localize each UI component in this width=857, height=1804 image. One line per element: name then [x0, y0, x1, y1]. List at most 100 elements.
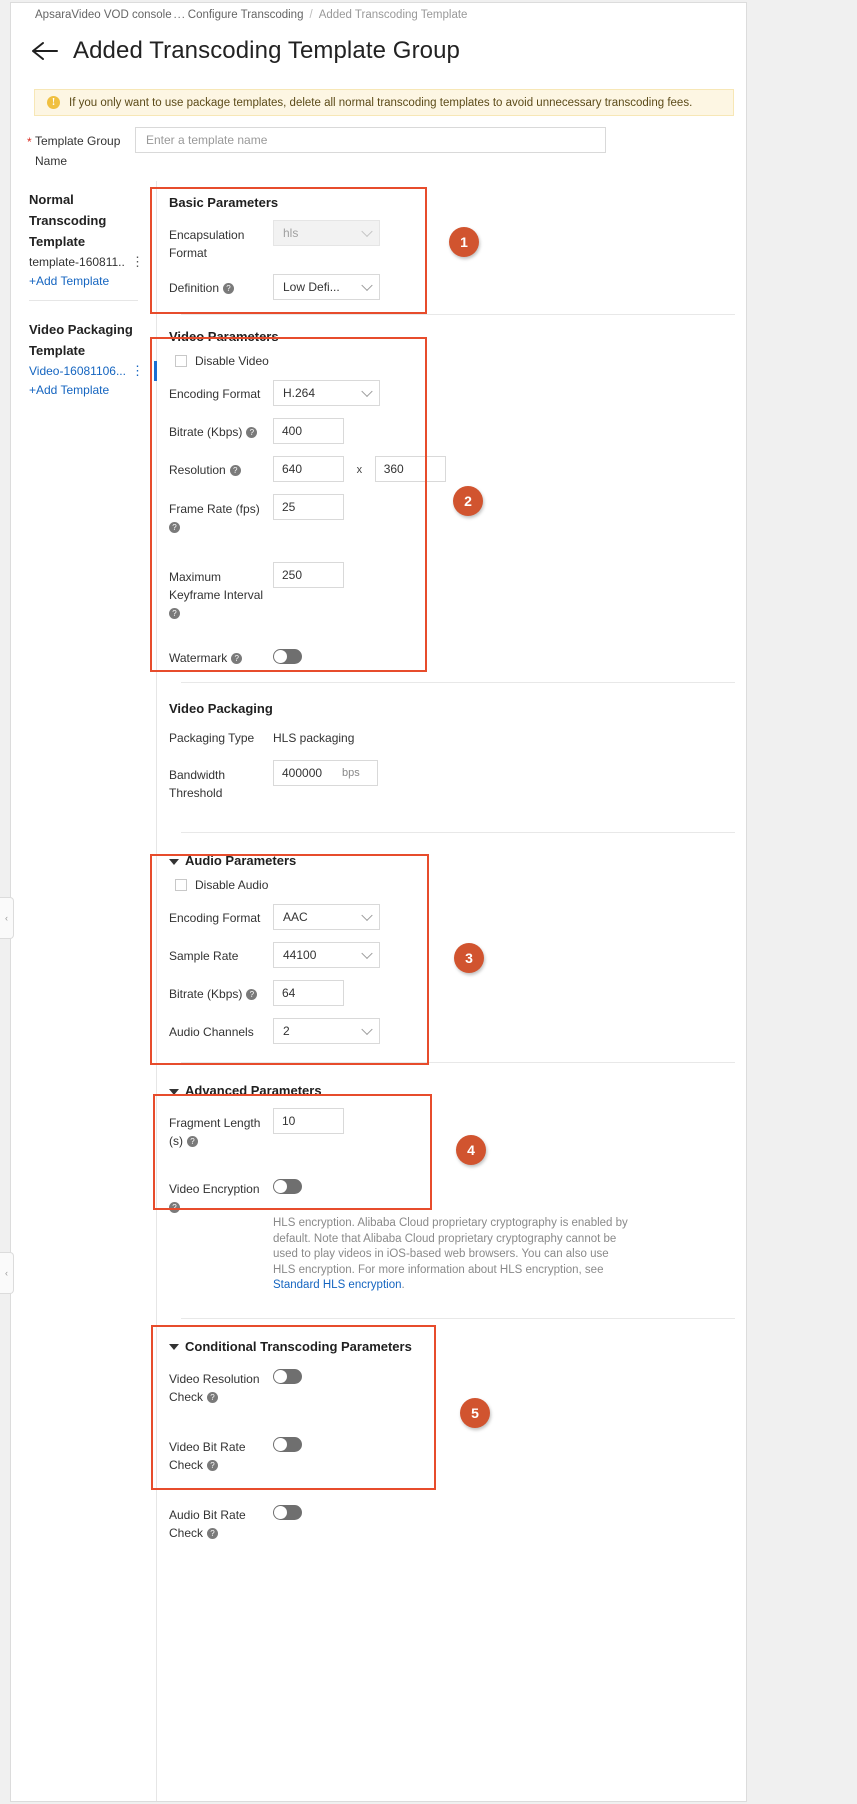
hls-encryption-note-end: .: [401, 1279, 405, 1291]
watermark-label: Watermark?: [169, 644, 273, 666]
video-bit-rate-check-label: Video Bit Rate Check?: [169, 1432, 273, 1474]
toggle-knob: [274, 650, 287, 664]
sidebar-group-title-packaging: Video Packaging Template: [29, 322, 133, 358]
video-encoding-format-select[interactable]: H.264: [273, 380, 380, 406]
template-group-name-label: * Template Group Name: [27, 131, 145, 171]
help-icon[interactable]: ?: [169, 608, 180, 619]
video-bitrate-field: Bitrate (Kbps)?: [169, 418, 746, 444]
audio-channels-select[interactable]: 2: [273, 1018, 380, 1044]
kebab-menu-icon[interactable]: ⋮: [125, 255, 144, 268]
help-icon[interactable]: ?: [223, 283, 235, 294]
frame-rate-input[interactable]: [273, 494, 344, 520]
packaging-type-label: Packaging Type: [169, 731, 255, 745]
video-encryption-label: Video Encryption?: [169, 1174, 273, 1216]
packaging-type-field: Packaging Type HLS packaging: [169, 726, 746, 750]
help-icon[interactable]: ?: [169, 522, 180, 533]
sidebar-item-normal-template[interactable]: template-160811... ⋮: [11, 252, 156, 272]
kebab-menu-icon[interactable]: ⋮: [125, 364, 144, 377]
disable-audio-checkbox[interactable]: [175, 879, 187, 891]
help-icon[interactable]: ?: [229, 465, 241, 476]
template-group-name-input[interactable]: [135, 127, 606, 153]
fragment-length-input[interactable]: [273, 1108, 344, 1134]
help-icon[interactable]: ?: [207, 1391, 219, 1403]
audio-bitrate-input[interactable]: [273, 980, 344, 1006]
video-resolution-check-label: Video Resolution Check?: [169, 1364, 273, 1406]
template-group-name-label-text: Template Group Name: [35, 134, 121, 168]
left-panel-toggle-upper[interactable]: ‹: [0, 897, 14, 939]
caret-down-icon[interactable]: [169, 858, 179, 865]
video-encoding-format-value: H.264: [283, 386, 316, 400]
audio-encoding-format-value: AAC: [283, 910, 308, 924]
definition-select[interactable]: Low Defi...: [273, 274, 380, 300]
video-parameters-section: Video Parameters Disable Video Encoding …: [157, 315, 746, 683]
help-icon[interactable]: ?: [207, 1459, 219, 1471]
video-encryption-label-text: Video Encryption: [169, 1182, 260, 1196]
video-resolution-check-toggle[interactable]: [273, 1368, 302, 1384]
page-title: Added Transcoding Template Group: [73, 37, 461, 64]
disable-video-row[interactable]: Disable Video: [175, 354, 746, 368]
video-bitrate-input[interactable]: [273, 418, 344, 444]
audio-bitrate-field: Bitrate (Kbps)?: [169, 980, 746, 1006]
disable-video-checkbox[interactable]: [175, 355, 187, 367]
watermark-toggle[interactable]: [273, 649, 302, 665]
help-icon[interactable]: ?: [246, 427, 258, 438]
caret-down-icon[interactable]: [169, 1088, 179, 1095]
breadcrumb-item-configure-transcoding[interactable]: Configure Transcoding: [188, 9, 304, 21]
packaging-type-value: HLS packaging: [273, 731, 355, 745]
definition-value: Low Defi...: [283, 280, 340, 294]
help-icon[interactable]: ?: [231, 653, 243, 664]
bandwidth-threshold-control[interactable]: bps: [273, 760, 378, 786]
resolution-width-input[interactable]: [273, 456, 344, 482]
callout-badge-5: 5: [460, 1398, 490, 1428]
add-packaging-template-button[interactable]: +Add Template: [11, 381, 156, 397]
bandwidth-threshold-field: Bandwidth Threshold bps: [169, 760, 746, 802]
resolution-field: Resolution? x: [169, 456, 746, 482]
toggle-knob: [274, 1505, 287, 1519]
left-panel-toggle-lower[interactable]: ‹: [0, 1252, 14, 1294]
help-icon[interactable]: ?: [187, 1136, 198, 1147]
chevron-down-icon: [361, 947, 373, 960]
add-normal-template-button[interactable]: +Add Template: [11, 272, 156, 288]
help-icon[interactable]: ?: [169, 1202, 180, 1213]
frame-rate-label-text: Frame Rate (fps): [169, 502, 260, 516]
definition-label: Definition?: [169, 274, 273, 296]
keyframe-interval-field: Maximum Keyframe Interval?: [169, 562, 746, 622]
audio-bit-rate-check-toggle[interactable]: [273, 1504, 302, 1520]
disable-audio-row[interactable]: Disable Audio: [175, 878, 746, 892]
bandwidth-threshold-unit: bps: [342, 767, 360, 779]
keyframe-interval-input[interactable]: [273, 562, 344, 588]
conditional-parameters-title-text: Conditional Transcoding Parameters: [185, 1338, 412, 1354]
standard-hls-encryption-link[interactable]: Standard HLS encryption: [273, 1279, 402, 1291]
sample-rate-value: 44100: [283, 948, 317, 962]
audio-channels-label: Audio Channels: [169, 1025, 254, 1039]
video-encoding-format-field: Encoding Format H.264: [169, 380, 746, 406]
sample-rate-select[interactable]: 44100: [273, 942, 380, 968]
bandwidth-threshold-input[interactable]: [274, 761, 340, 785]
video-bitrate-label: Bitrate (Kbps)?: [169, 418, 273, 440]
video-bit-rate-check-toggle[interactable]: [273, 1436, 302, 1452]
video-encryption-toggle[interactable]: [273, 1179, 302, 1195]
audio-bit-rate-check-field: Audio Bit Rate Check?: [169, 1500, 746, 1542]
callout-badge-1: 1: [449, 227, 479, 257]
conditional-parameters-title: Conditional Transcoding Parameters: [169, 1338, 746, 1354]
resolution-height-input[interactable]: [374, 456, 446, 482]
arrow-left-icon[interactable]: [31, 40, 59, 62]
audio-encoding-format-select[interactable]: AAC: [273, 904, 380, 930]
breadcrumb-ellipsis[interactable]: ...: [172, 9, 188, 21]
chevron-down-icon: [361, 225, 373, 238]
template-sidebar: Normal Transcoding Template template-160…: [11, 181, 157, 1801]
help-icon[interactable]: ?: [246, 989, 258, 1000]
fragment-length-label: Fragment Length (s)?: [169, 1108, 273, 1150]
definition-field: Definition? Low Defi...: [169, 274, 746, 300]
chevron-down-icon: [361, 1023, 373, 1036]
callout-badge-3: 3: [454, 943, 484, 973]
breadcrumb: ApsaraVideo VOD console ... Configure Tr…: [35, 9, 467, 21]
bandwidth-threshold-label: Bandwidth Threshold: [169, 768, 226, 800]
sidebar-item-packaging-template[interactable]: Video-16081106... ⋮: [11, 361, 157, 381]
chevron-down-icon: [361, 909, 373, 922]
help-icon[interactable]: ?: [207, 1527, 219, 1539]
caret-down-icon[interactable]: [169, 1344, 179, 1351]
disable-audio-label: Disable Audio: [195, 878, 269, 892]
breadcrumb-item-console[interactable]: ApsaraVideo VOD console: [35, 9, 172, 21]
breadcrumb-item-current: Added Transcoding Template: [318, 9, 468, 21]
